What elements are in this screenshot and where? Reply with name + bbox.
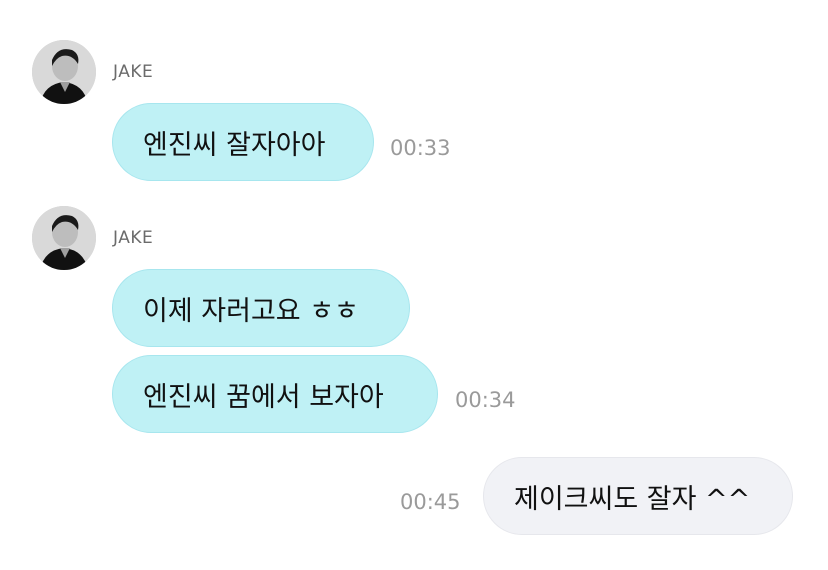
profile-photo-icon (32, 206, 96, 270)
message-text: 엔진씨 꿈에서 보자아 (143, 381, 384, 413)
message-timestamp: 00:33 (390, 136, 451, 160)
message-text: 제이크씨도 잘자 ^^ (514, 483, 751, 515)
avatar[interactable] (32, 40, 96, 104)
message-text: 엔진씨 잘자아아 (143, 129, 326, 161)
avatar[interactable] (32, 206, 96, 270)
message-text: 이제 자러고요 ㅎㅎ (143, 295, 359, 327)
message-bubble[interactable]: 엔진씨 꿈에서 보자아 (112, 355, 438, 433)
message-bubble[interactable]: 엔진씨 잘자아아 (112, 103, 374, 181)
message-bubble-outgoing[interactable]: 제이크씨도 잘자 ^^ (483, 457, 793, 535)
message-timestamp: 00:45 (400, 490, 461, 514)
sender-name: JAKE (113, 62, 154, 82)
message-timestamp: 00:34 (455, 388, 516, 412)
message-bubble[interactable]: 이제 자러고요 ㅎㅎ (112, 269, 410, 347)
profile-photo-icon (32, 40, 96, 104)
sender-name: JAKE (113, 228, 154, 248)
